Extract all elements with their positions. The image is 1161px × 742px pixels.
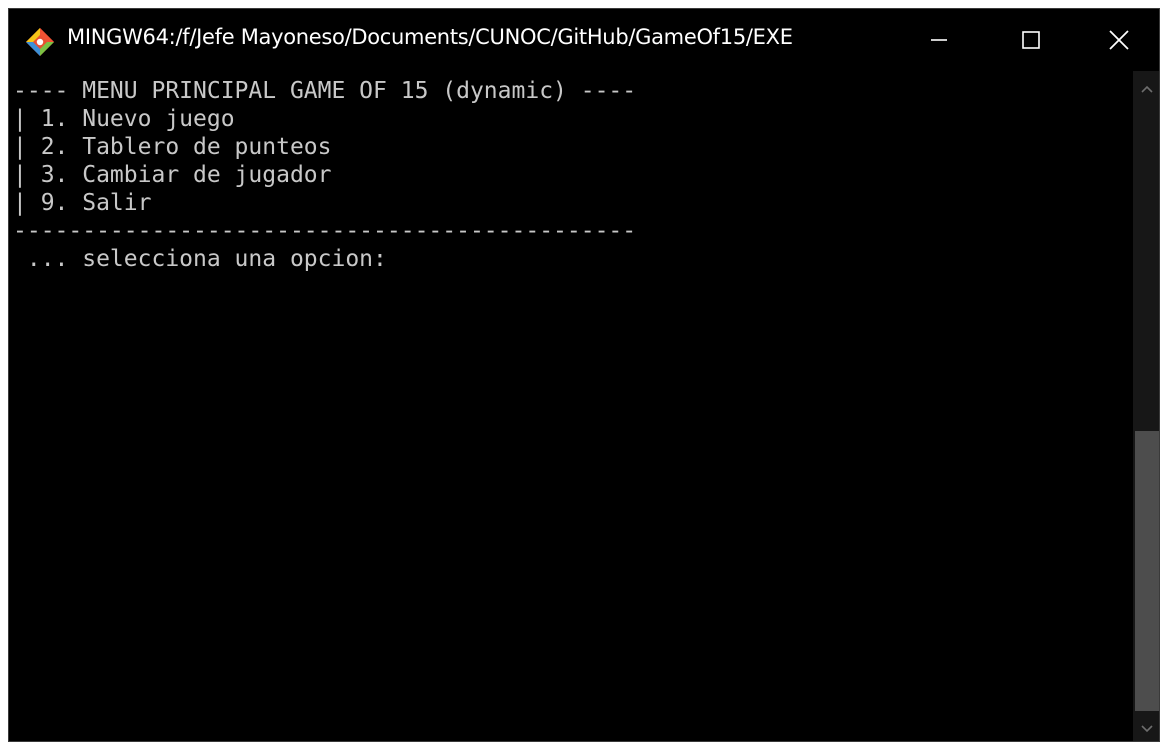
menu-divider: ----------------------------------------…	[13, 218, 637, 244]
input-prompt: ... selecciona una opcion:	[13, 246, 387, 272]
git-bash-icon	[26, 28, 54, 56]
menu-option-scoreboard: | 2. Tablero de punteos	[13, 134, 332, 160]
vertical-scrollbar[interactable]	[1133, 71, 1159, 741]
close-button[interactable]	[1077, 9, 1159, 71]
window-title: MINGW64:/f/Jefe Mayoneso/Documents/CUNOC…	[67, 25, 793, 49]
scroll-down-button[interactable]	[1133, 715, 1159, 741]
scrollbar-thumb[interactable]	[1135, 431, 1159, 711]
menu-option-exit: | 9. Salir	[13, 190, 152, 216]
chevron-down-icon	[1141, 725, 1153, 733]
menu-option-new-game: | 1. Nuevo juego	[13, 106, 235, 132]
maximize-button[interactable]	[985, 9, 1077, 71]
terminal-output[interactable]: ---- MENU PRINCIPAL GAME OF 15 (dynamic)…	[9, 71, 1133, 741]
maximize-icon	[1022, 31, 1040, 49]
terminal-window: MINGW64:/f/Jefe Mayoneso/Documents/CUNOC…	[8, 8, 1160, 742]
close-icon	[1109, 30, 1129, 50]
minimize-icon	[931, 39, 947, 41]
chevron-up-icon	[1141, 85, 1153, 93]
menu-header: ---- MENU PRINCIPAL GAME OF 15 (dynamic)…	[13, 78, 637, 104]
title-bar[interactable]: MINGW64:/f/Jefe Mayoneso/Documents/CUNOC…	[9, 9, 1159, 71]
menu-option-change-player: | 3. Cambiar de jugador	[13, 162, 332, 188]
minimize-button[interactable]	[893, 9, 985, 71]
scroll-up-button[interactable]	[1133, 75, 1159, 103]
